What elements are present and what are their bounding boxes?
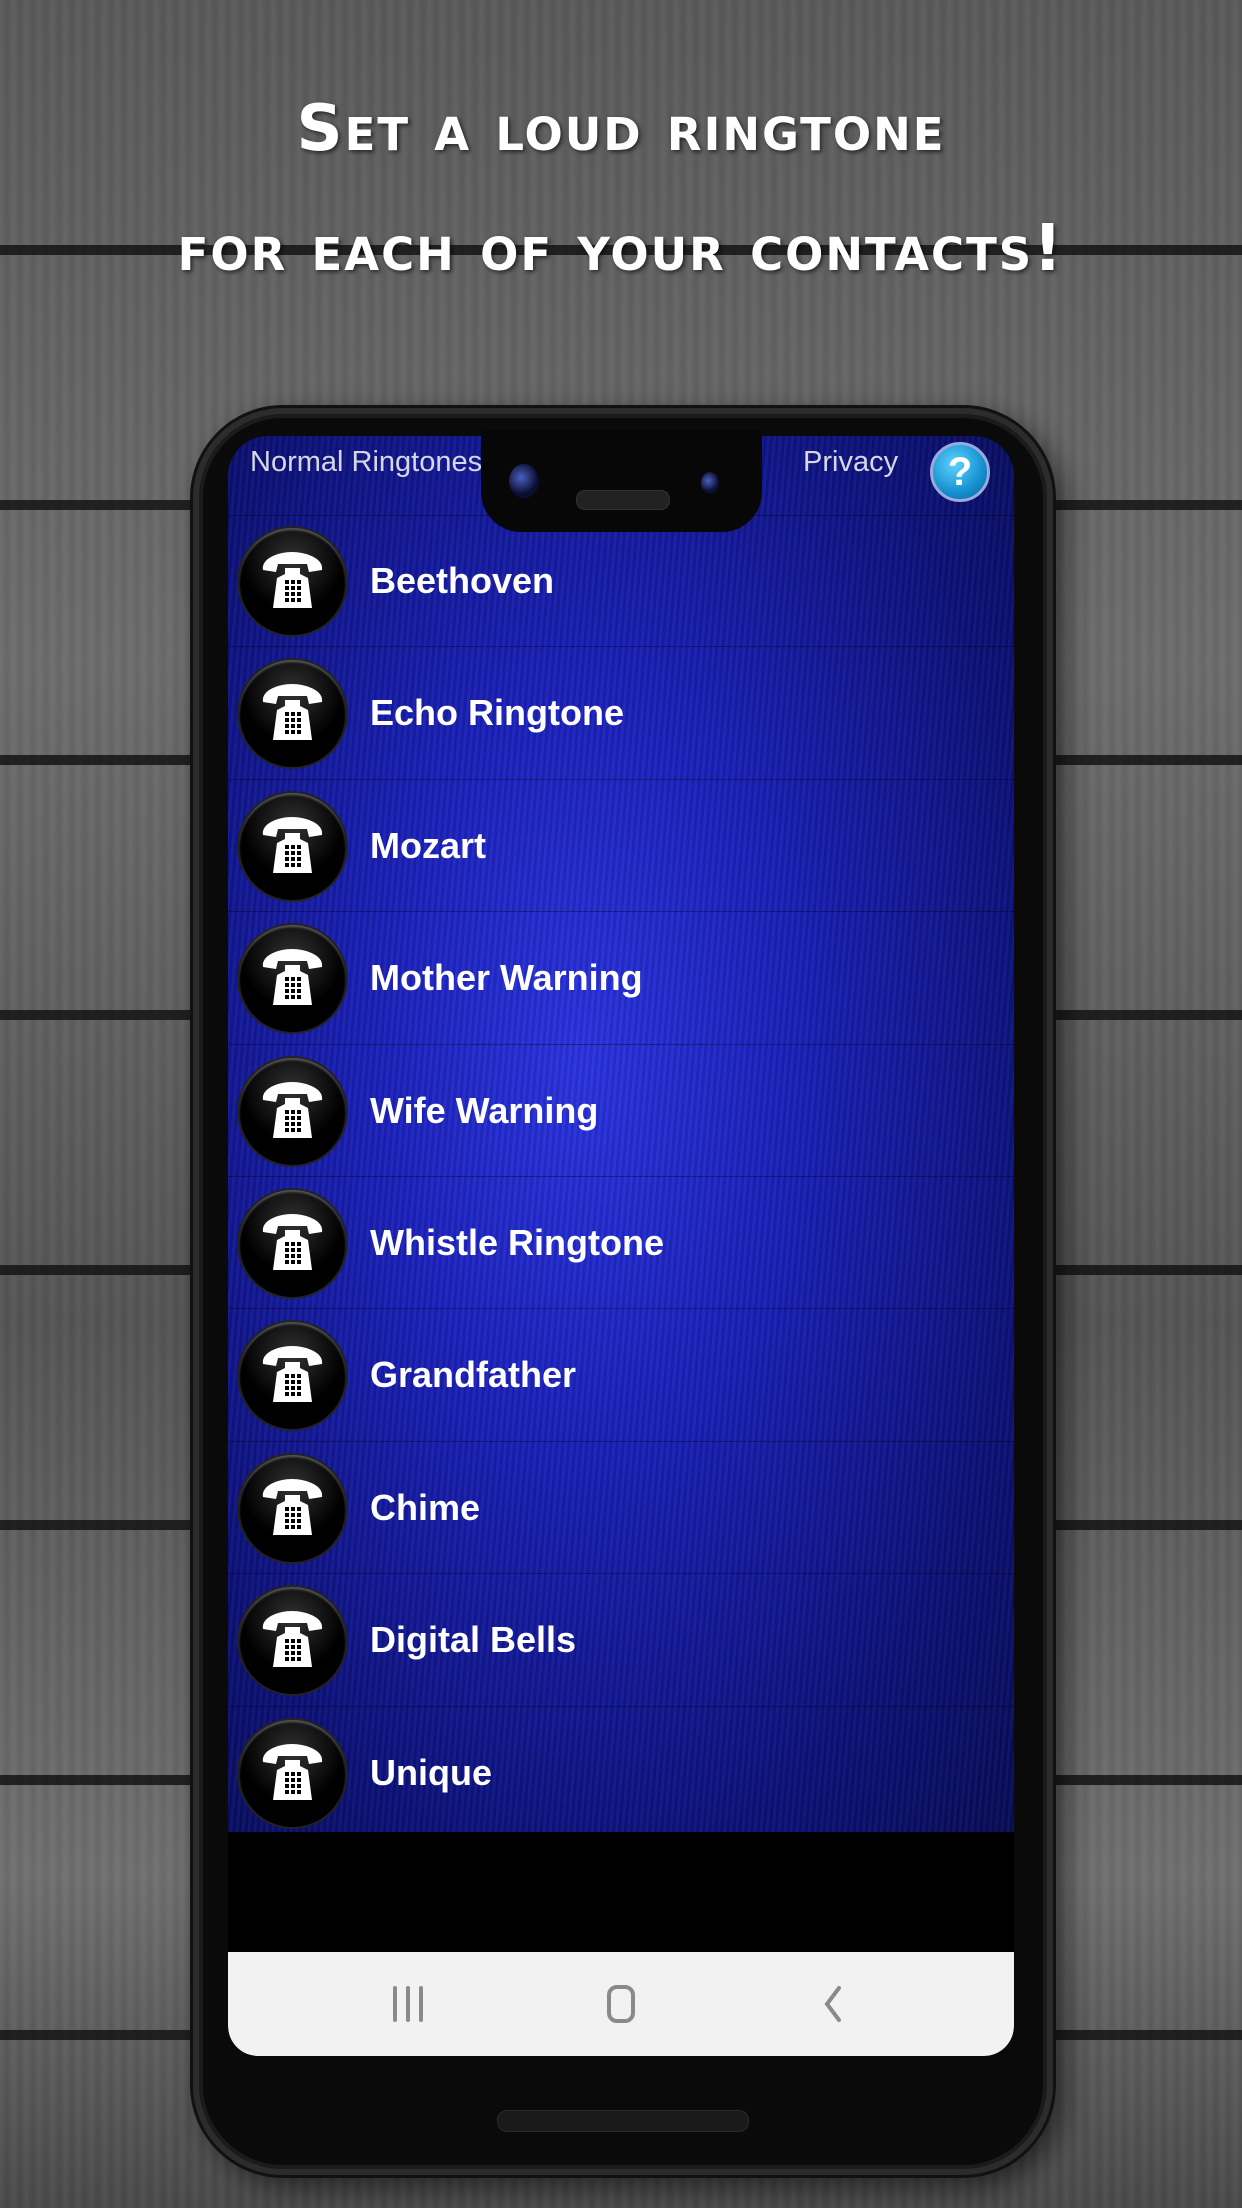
system-nav-bar [228,1952,1014,2056]
ringtone-list-item[interactable]: Mozart [228,780,1014,913]
telephone-icon[interactable] [239,660,346,768]
ringtone-label: Beethoven [370,560,555,601]
telephone-icon[interactable] [239,1454,346,1562]
ringtone-list-item[interactable]: Beethoven [228,515,1014,648]
ringtone-list-item[interactable]: Digital Bells [228,1574,1014,1707]
ringtone-list: Beethoven Echo Ringtone Mozart Mother Warni… [228,515,1014,1839]
ringtone-label: Echo Ringtone [370,692,624,734]
ringtone-list-item[interactable]: Whistle Ringtone [228,1177,1014,1310]
ringtone-label: Mother Warning [370,957,643,999]
ringtone-label: Chime [370,1486,481,1528]
ringtone-label: Digital Bells [370,1619,577,1661]
telephone-icon[interactable] [239,1719,346,1827]
front-camera-icon [509,464,539,498]
telephone-icon[interactable] [239,1057,346,1165]
question-mark-icon: ? [947,450,973,494]
recent-apps-icon[interactable] [378,1982,438,2026]
telephone-icon[interactable] [239,1189,346,1297]
camera-notch [481,430,762,532]
back-icon[interactable] [803,1982,863,2026]
ringtone-label: Unique [370,1751,492,1793]
ringtone-list-item[interactable]: Grandfather [228,1309,1014,1442]
home-icon[interactable] [591,1982,651,2026]
phone-screen: Normal Ringtones Privacy ? Beethoven Echo… [228,436,1014,2056]
ringtone-list-item[interactable]: Chime [228,1442,1014,1575]
ringtone-label: Whistle Ringtone [370,1221,664,1263]
earpiece-speaker [576,490,670,510]
help-button[interactable]: ? [930,442,990,502]
sensor-icon [701,472,719,494]
ringtone-list-item[interactable]: Mother Warning [228,912,1014,1045]
ringtone-label: Mozart [370,824,486,866]
headline-line-1: Set a loud ringtone [296,92,946,166]
tab-normal-ringtones[interactable]: Normal Ringtones [250,446,482,479]
headline-line-2: for each of your contacts! [177,212,1065,286]
ringtone-label: Wife Warning [370,1089,599,1131]
ringtone-list-item[interactable]: Unique [228,1707,1014,1839]
privacy-link[interactable]: Privacy [803,446,898,479]
telephone-icon[interactable] [239,1587,346,1695]
ringtone-list-item[interactable]: Wife Warning [228,1045,1014,1177]
telephone-icon[interactable] [239,925,346,1033]
telephone-icon[interactable] [239,792,346,900]
ringtone-list-item[interactable]: Echo Ringtone [228,647,1014,780]
ringtone-label: Grandfather [370,1354,577,1396]
bottom-speaker [497,2110,749,2132]
telephone-icon[interactable] [239,528,346,635]
telephone-icon[interactable] [239,1322,346,1430]
